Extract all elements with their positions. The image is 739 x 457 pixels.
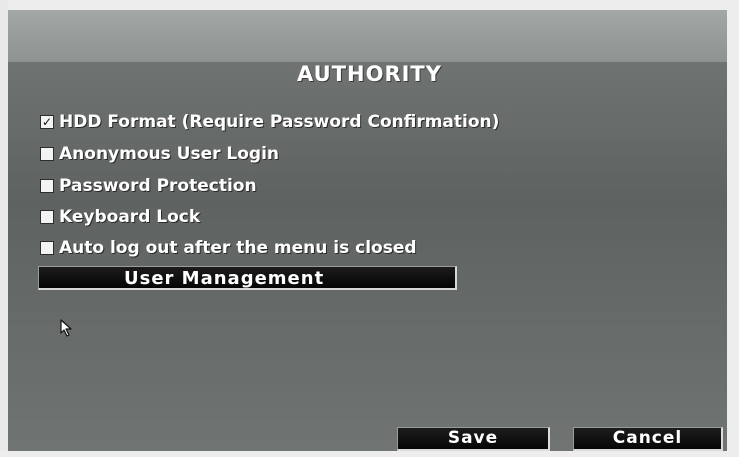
password-protection-checkbox[interactable] bbox=[40, 179, 54, 193]
auto-logout-checkbox[interactable] bbox=[40, 241, 54, 255]
option-label: Anonymous User Login bbox=[59, 144, 280, 164]
header-band bbox=[8, 10, 727, 62]
cancel-button[interactable]: Cancel bbox=[573, 427, 723, 451]
bezel-right bbox=[727, 0, 739, 457]
dialog-title: AUTHORITY bbox=[297, 62, 442, 86]
bezel-bottom bbox=[0, 451, 739, 457]
user-management-button[interactable]: User Management bbox=[38, 266, 457, 290]
anonymous-login-checkbox[interactable] bbox=[40, 147, 54, 161]
option-label: Password Protection bbox=[59, 176, 257, 196]
option-label: Auto log out after the menu is closed bbox=[59, 238, 417, 258]
option-label: HDD Format (Require Password Confirmatio… bbox=[59, 112, 500, 132]
save-button[interactable]: Save bbox=[397, 427, 550, 451]
option-label: Keyboard Lock bbox=[59, 207, 201, 227]
mouse-pointer-icon bbox=[60, 319, 72, 337]
dvr-screen: AUTHORITY ✓ HDD Format (Require Password… bbox=[0, 0, 739, 457]
hdd-format-checkbox[interactable]: ✓ bbox=[40, 115, 54, 129]
option-auto-logout[interactable]: Auto log out after the menu is closed bbox=[40, 237, 417, 259]
user-management-label: User Management bbox=[124, 268, 325, 289]
keyboard-lock-checkbox[interactable] bbox=[40, 210, 54, 224]
option-password-protection[interactable]: Password Protection bbox=[40, 175, 257, 197]
bezel-top bbox=[0, 0, 739, 10]
bezel-left bbox=[0, 0, 8, 457]
check-icon: ✓ bbox=[41, 115, 53, 129]
option-hdd-format[interactable]: ✓ HDD Format (Require Password Confirmat… bbox=[40, 111, 499, 133]
option-keyboard-lock[interactable]: Keyboard Lock bbox=[40, 206, 200, 228]
option-anonymous-login[interactable]: Anonymous User Login bbox=[40, 143, 279, 165]
